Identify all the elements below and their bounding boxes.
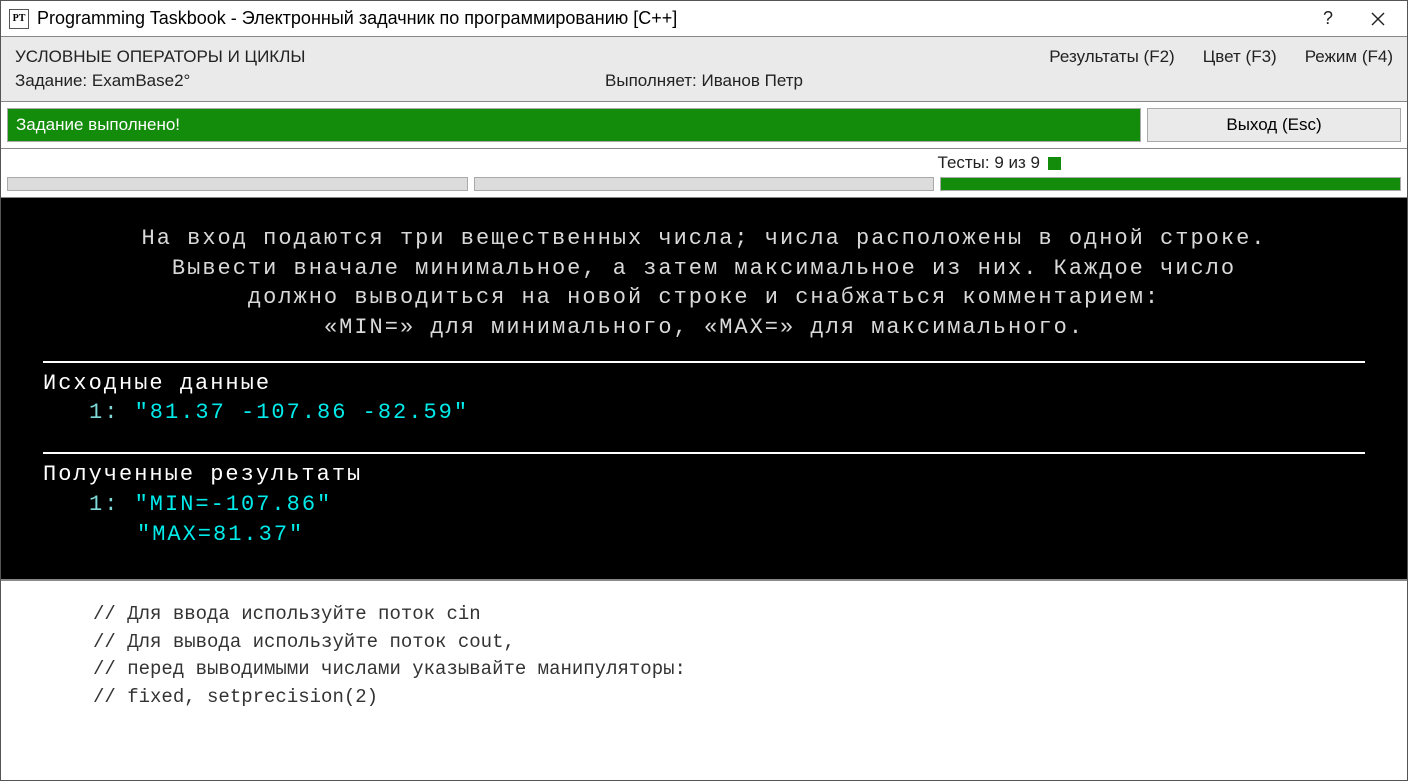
code-comment: // Для вывода используйте поток cout, [93,629,1407,657]
output-value: "MAX=81.37" [137,522,304,547]
line-number: 1: [89,400,119,425]
progress-segment-3 [940,177,1401,191]
app-icon: PT [9,9,29,29]
task-label: Задание: ExamBase2° [15,71,605,91]
app-window: PT Programming Taskbook - Электронный за… [0,0,1408,781]
console-panel: На вход подаются три вещественных числа;… [1,198,1407,581]
tests-label-row: Тесты: 9 из 9 [7,153,1401,173]
input-data-line: 1: "81.37 -107.86 -82.59" [43,398,1365,428]
status-row: Задание выполнено! Выход (Esc) [1,102,1407,149]
code-comment: // Для ввода используйте поток cin [93,601,1407,629]
exit-button[interactable]: Выход (Esc) [1147,108,1401,142]
desc-line: должно выводиться на новой строке и снаб… [43,283,1365,313]
menu-mode[interactable]: Режим (F4) [1305,47,1393,67]
window-title: Programming Taskbook - Электронный задач… [37,8,1303,29]
progress-row [7,177,1401,191]
close-icon [1371,12,1385,26]
progress-segment-2 [474,177,935,191]
menu-color[interactable]: Цвет (F3) [1203,47,1277,67]
divider [43,361,1365,363]
output-data-line: "MAX=81.37" [43,520,1365,550]
desc-line: Вывести вначале минимальное, а затем мак… [43,254,1365,284]
line-number: 1: [89,492,119,517]
tests-row: Тесты: 9 из 9 [1,149,1407,198]
input-section-title: Исходные данные [43,369,1365,399]
tests-label: Тесты: 9 из 9 [938,153,1040,173]
code-comment: // перед выводимыми числами указывайте м… [93,656,1407,684]
titlebar: PT Programming Taskbook - Электронный за… [1,1,1407,37]
topic-label: УСЛОВНЫЕ ОПЕРАТОРЫ И ЦИКЛЫ [15,47,605,67]
code-comment: // fixed, setprecision(2) [93,684,1407,712]
test-status-indicator [1048,157,1061,170]
header-menu: Результаты (F2) Цвет (F3) Режим (F4) [803,47,1393,67]
divider [43,452,1365,454]
output-value: "MIN=-107.86" [135,492,333,517]
menu-results[interactable]: Результаты (F2) [1049,47,1174,67]
output-data-line: 1: "MIN=-107.86" [43,490,1365,520]
header-panel: УСЛОВНЫЕ ОПЕРАТОРЫ И ЦИКЛЫ Результаты (F… [1,37,1407,102]
status-message: Задание выполнено! [7,108,1141,142]
window-controls: ? [1303,3,1403,35]
code-hint-panel: // Для ввода используйте поток cin // Дл… [1,581,1407,780]
help-button[interactable]: ? [1303,3,1353,35]
close-button[interactable] [1353,3,1403,35]
performer-label: Выполняет: Иванов Петр [605,71,803,91]
input-value: "81.37 -107.86 -82.59" [135,400,469,425]
desc-line: На вход подаются три вещественных числа;… [43,224,1365,254]
output-section-title: Полученные результаты [43,460,1365,490]
progress-segment-1 [7,177,468,191]
task-description: На вход подаются три вещественных числа;… [43,224,1365,343]
desc-line: «MIN=» для минимального, «MAX=» для макс… [43,313,1365,343]
